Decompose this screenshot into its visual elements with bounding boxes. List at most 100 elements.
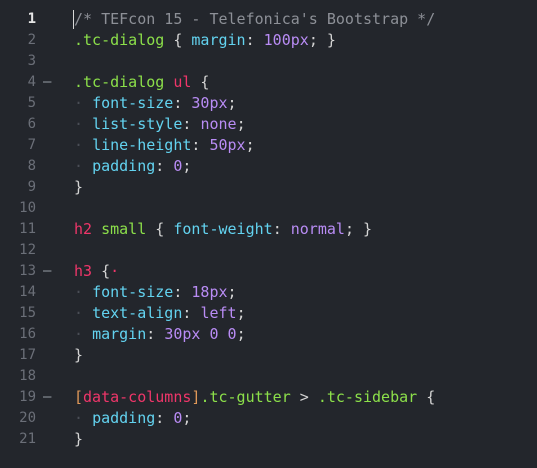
code-line[interactable]: 9} <box>0 177 537 198</box>
code-text: · margin: 30px 0 0; <box>74 324 246 345</box>
code-line[interactable]: 18 <box>0 366 537 387</box>
line-number: 7 <box>27 137 36 153</box>
line-number: 8 <box>27 158 36 174</box>
code-line[interactable]: 4– .tc-dialog ul { <box>0 72 537 93</box>
code-line[interactable]: 13– h3 {· <box>0 261 537 282</box>
code-line[interactable]: 17} <box>0 345 537 366</box>
line-number: 9 <box>27 179 36 195</box>
token-kw: none <box>200 115 237 133</box>
token-indent: · <box>74 283 93 301</box>
line-number: 4 <box>27 74 36 90</box>
code-line[interactable]: 19– [data-columns].tc-gutter > .tc-sideba… <box>0 387 537 408</box>
token-sel: .tc-gutter <box>200 388 291 406</box>
token-punct: : <box>173 94 192 112</box>
token-tag: h2 <box>74 220 93 238</box>
token-tag: h3 <box>74 262 93 280</box>
token-num: 100px <box>263 31 309 49</box>
token-punct: : <box>155 409 174 427</box>
line-number: 3 <box>27 53 36 69</box>
token-punct: ; <box>227 283 237 301</box>
token-sel: .tc-sidebar <box>317 388 418 406</box>
line-number: 21 <box>19 431 36 447</box>
code-text: h2 small { font-weight: normal; } <box>74 219 372 240</box>
code-line[interactable]: 7 · line-height: 50px; <box>0 135 537 156</box>
token-punct: } <box>74 178 84 196</box>
text-cursor <box>73 10 74 29</box>
line-number: 14 <box>19 284 36 300</box>
token-tag: data-columns <box>83 388 192 406</box>
token-indent: · <box>74 304 93 322</box>
code-line[interactable]: 3 <box>0 51 537 72</box>
code-line[interactable]: 15 · text-align: left; <box>0 303 537 324</box>
token-punct: : <box>245 31 264 49</box>
token-prop: margin <box>92 325 147 343</box>
line-number: 5 <box>27 95 36 111</box>
token-indent: · <box>74 115 93 133</box>
token-punct: } <box>74 346 84 364</box>
token-punct: : <box>272 220 291 238</box>
code-line[interactable]: 5 · font-size: 30px; <box>0 93 537 114</box>
code-line[interactable]: 11 h2 small { font-weight: normal; } <box>0 219 537 240</box>
token-punct: : <box>182 115 201 133</box>
code-line[interactable]: 8 · padding: 0; <box>0 156 537 177</box>
line-number: 19 <box>19 389 36 405</box>
token-punct: ; } <box>344 220 373 238</box>
code-editor[interactable]: 1 /* TEFcon 15 - Telefonica's Bootstrap *… <box>0 0 537 468</box>
token-attrbr: [ <box>74 388 84 406</box>
line-number: 17 <box>19 347 36 363</box>
code-line[interactable]: 16 · margin: 30px 0 0; <box>0 324 537 345</box>
code-line[interactable]: 20 · padding: 0; <box>0 408 537 429</box>
code-text: } <box>74 429 83 450</box>
token-tag: ul <box>173 73 192 91</box>
code-line[interactable]: 21} <box>0 429 537 450</box>
code-text: · font-size: 18px; <box>74 282 237 303</box>
fold-toggle-icon[interactable]: – <box>43 387 55 408</box>
token-kw: left <box>200 304 237 322</box>
code-line[interactable]: 10 <box>0 198 537 219</box>
line-number: 10 <box>19 200 36 216</box>
token-punct: { <box>191 73 210 91</box>
token-indent: · <box>74 94 93 112</box>
token-prop: font-size <box>92 283 174 301</box>
fold-toggle-icon[interactable]: – <box>43 72 55 93</box>
token-punct: : <box>146 325 165 343</box>
code-text: · list-style: none; <box>74 114 246 135</box>
token-prop: text-align <box>92 304 183 322</box>
token-punct: { <box>146 220 174 238</box>
token-num: 30px <box>191 94 228 112</box>
fold-toggle-icon[interactable]: – <box>43 261 55 282</box>
token-prop: font-size <box>92 94 174 112</box>
code-line[interactable]: 14 · font-size: 18px; <box>0 282 537 303</box>
code-text: h3 {· <box>74 261 119 282</box>
token-indent: · <box>74 136 93 154</box>
line-number: 18 <box>19 368 36 384</box>
code-text: [data-columns].tc-gutter > .tc-sidebar { <box>74 387 435 408</box>
code-line[interactable]: 1 /* TEFcon 15 - Telefonica's Bootstrap *… <box>0 9 537 30</box>
token-punct <box>92 220 101 238</box>
token-prop: line-height <box>92 136 192 154</box>
token-num: 30px 0 0 <box>164 325 237 343</box>
code-line[interactable]: 12 <box>0 240 537 261</box>
token-punct: ; <box>182 409 192 427</box>
code-line[interactable]: 6 · list-style: none; <box>0 114 537 135</box>
token-num: 18px <box>191 283 228 301</box>
token-punct: : <box>191 136 210 154</box>
token-prop: padding <box>92 157 156 175</box>
token-punct: : <box>182 304 201 322</box>
token-sel: small <box>101 220 147 238</box>
token-indent: · <box>74 409 93 427</box>
token-tag: · <box>110 262 120 280</box>
code-text: · font-size: 30px; <box>74 93 237 114</box>
token-punct: : <box>155 157 174 175</box>
token-punct: ; <box>245 136 255 154</box>
code-text: · padding: 0; <box>74 156 191 177</box>
code-line[interactable]: 2 .tc-dialog { margin: 100px; } <box>0 30 537 51</box>
token-punct: { <box>164 31 192 49</box>
line-number: 16 <box>19 326 36 342</box>
line-number: 20 <box>19 410 36 426</box>
token-punct: ; <box>182 157 192 175</box>
code-text: · text-align: left; <box>74 303 246 324</box>
code-text: } <box>74 177 83 198</box>
token-punct: : <box>173 283 192 301</box>
token-prop: font-weight <box>173 220 273 238</box>
